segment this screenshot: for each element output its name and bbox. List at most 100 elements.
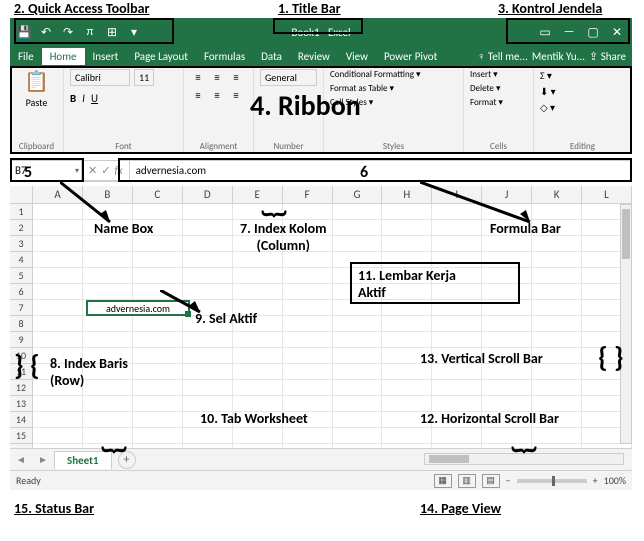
cell[interactable] [33, 332, 83, 348]
cell[interactable] [382, 332, 432, 348]
horizontal-scrollbar[interactable] [424, 453, 624, 465]
cell[interactable] [283, 380, 333, 396]
cell[interactable] [283, 284, 333, 300]
cell[interactable] [183, 268, 233, 284]
cell[interactable] [532, 316, 582, 332]
col-G[interactable]: G [333, 186, 383, 203]
row-head[interactable]: 9 [10, 332, 33, 348]
cell[interactable] [33, 428, 83, 444]
cell[interactable] [233, 348, 283, 364]
cell[interactable] [133, 428, 183, 444]
cell[interactable] [233, 284, 283, 300]
cell[interactable] [133, 348, 183, 364]
cell[interactable] [133, 204, 183, 220]
cell[interactable] [532, 332, 582, 348]
sheet-nav-next[interactable]: ► [32, 453, 54, 466]
user-label[interactable]: Mentik Yu... [532, 50, 585, 63]
col-L[interactable]: L [582, 186, 632, 203]
cell[interactable] [482, 428, 532, 444]
cell[interactable] [183, 204, 233, 220]
cell[interactable] [382, 380, 432, 396]
row-head[interactable]: 15 [10, 428, 33, 444]
cell[interactable] [133, 396, 183, 412]
cell[interactable] [183, 428, 233, 444]
row-head[interactable]: 3 [10, 236, 33, 252]
cell[interactable] [532, 380, 582, 396]
cell[interactable] [532, 252, 582, 268]
cell[interactable] [33, 396, 83, 412]
cell[interactable] [133, 380, 183, 396]
tell-me-search[interactable]: ♀ Tell me... [477, 50, 528, 63]
row-head[interactable]: 7 [10, 300, 33, 316]
select-all-corner[interactable] [10, 186, 33, 203]
cell[interactable] [183, 252, 233, 268]
cell[interactable] [83, 284, 133, 300]
zoom-in-button[interactable]: + [593, 474, 598, 487]
cell[interactable] [133, 252, 183, 268]
cell[interactable] [283, 364, 333, 380]
cell[interactable] [482, 332, 532, 348]
vertical-scrollbar[interactable] [620, 204, 632, 444]
cell[interactable] [532, 428, 582, 444]
cell[interactable] [283, 252, 333, 268]
cell[interactable] [183, 220, 233, 236]
col-F[interactable]: F [283, 186, 333, 203]
cell[interactable] [333, 364, 383, 380]
tab-view[interactable]: View [338, 48, 376, 65]
cell[interactable] [233, 332, 283, 348]
share-button[interactable]: ⇪ Share [589, 50, 626, 63]
cell[interactable] [283, 316, 333, 332]
cell[interactable] [33, 300, 83, 316]
cell[interactable] [283, 332, 333, 348]
cell[interactable] [432, 236, 482, 252]
cell[interactable] [333, 204, 383, 220]
cell[interactable] [432, 332, 482, 348]
col-E[interactable]: E [233, 186, 283, 203]
cell[interactable] [532, 268, 582, 284]
cell[interactable] [183, 332, 233, 348]
cell[interactable] [133, 332, 183, 348]
cell[interactable] [283, 428, 333, 444]
cell[interactable] [333, 316, 383, 332]
view-page-layout-icon[interactable]: ▥ [458, 474, 476, 488]
cell[interactable] [283, 348, 333, 364]
cell[interactable] [133, 268, 183, 284]
cell[interactable] [233, 428, 283, 444]
cell[interactable] [133, 412, 183, 428]
row-head[interactable]: 14 [10, 412, 33, 428]
row-head[interactable]: 1 [10, 204, 33, 220]
sheet-nav-prev[interactable]: ◄ [10, 453, 32, 466]
cell[interactable] [83, 316, 133, 332]
cancel-formula-icon[interactable]: ✕ [88, 164, 97, 177]
zoom-out-button[interactable]: − [506, 474, 511, 487]
cell[interactable] [333, 236, 383, 252]
cell[interactable] [333, 332, 383, 348]
cell[interactable] [83, 252, 133, 268]
cell[interactable] [482, 380, 532, 396]
cell[interactable] [333, 348, 383, 364]
cell[interactable] [432, 428, 482, 444]
tab-power-pivot[interactable]: Power Pivot [376, 48, 445, 65]
cell[interactable] [482, 236, 532, 252]
cell[interactable] [33, 236, 83, 252]
zoom-level[interactable]: 100% [604, 474, 626, 487]
view-page-break-icon[interactable]: ▤ [482, 474, 500, 488]
row-head[interactable]: 4 [10, 252, 33, 268]
cell[interactable] [532, 300, 582, 316]
tab-review[interactable]: Review [290, 48, 338, 65]
cell[interactable] [233, 364, 283, 380]
cell[interactable] [183, 236, 233, 252]
cell[interactable] [233, 380, 283, 396]
cell[interactable] [333, 396, 383, 412]
cell[interactable] [382, 236, 432, 252]
cell[interactable] [482, 316, 532, 332]
cell[interactable] [33, 268, 83, 284]
cell[interactable] [382, 428, 432, 444]
cell[interactable] [83, 412, 133, 428]
cell[interactable] [183, 348, 233, 364]
cell[interactable] [33, 284, 83, 300]
row-head[interactable]: 6 [10, 284, 33, 300]
cell[interactable] [432, 380, 482, 396]
cell[interactable] [133, 236, 183, 252]
cell[interactable] [382, 316, 432, 332]
